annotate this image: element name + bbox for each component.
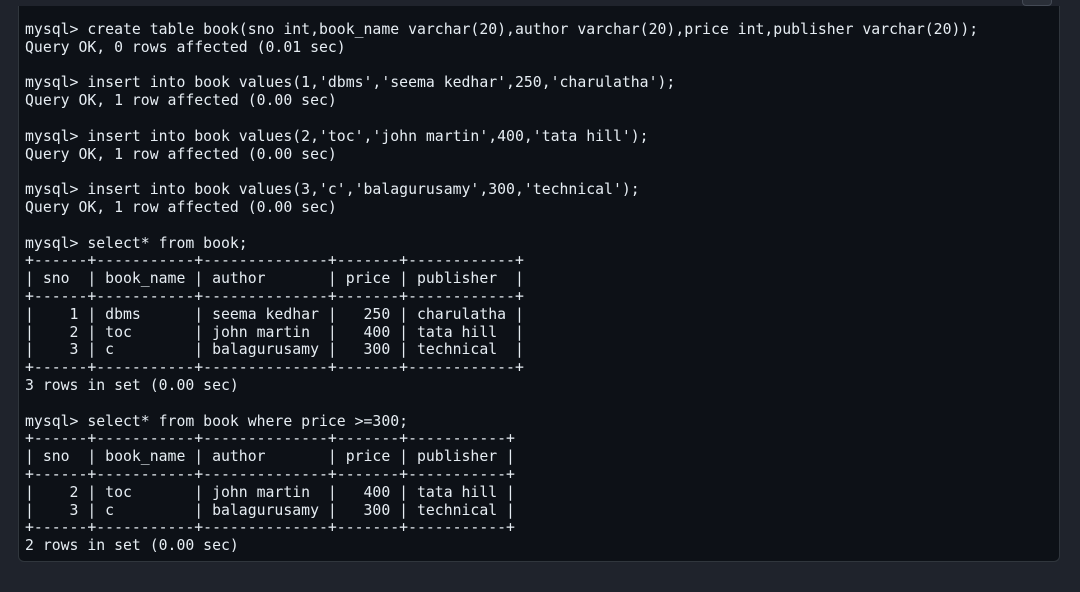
terminal-line-9 — [25, 163, 1059, 181]
terminal-line-24: +------+-----------+--------------+-----… — [25, 430, 515, 448]
terminal-line-6 — [25, 110, 1059, 128]
terminal-output: mysql> create table book(sno int,book_na… — [19, 6, 1059, 555]
terminal-line-11: Query OK, 1 row affected (0.00 sec) — [25, 198, 337, 216]
terminal-line-16: +------+-----------+--------------+-----… — [25, 287, 524, 305]
terminal-line-25: | sno | book_name | author | price | pub… — [25, 448, 515, 466]
terminal-line-10: mysql> insert into book values(3,'c','ba… — [25, 181, 640, 199]
terminal-line-27: | 2 | toc | john martin | 400 | tata hil… — [25, 483, 515, 501]
terminal-line-12 — [25, 217, 1059, 235]
terminal-line-2: Query OK, 0 rows affected (0.01 sec) — [25, 38, 346, 56]
terminal-line-3 — [25, 57, 1059, 75]
terminal-line-1: mysql> create table book(sno int,book_na… — [25, 21, 979, 38]
terminal-line-7: mysql> insert into book values(2,'toc','… — [25, 127, 649, 145]
terminal-line-21: 3 rows in set (0.00 sec) — [25, 376, 239, 394]
terminal-line-28: | 3 | c | balagurusamy | 300 | technical… — [25, 501, 515, 519]
terminal-line-18: | 2 | toc | john martin | 400 | tata hil… — [25, 323, 524, 341]
page: mysql> create table book(sno int,book_na… — [0, 0, 1080, 592]
terminal-line-13: mysql> select* from book; — [25, 234, 248, 252]
terminal-line-30: 2 rows in set (0.00 sec) — [25, 537, 239, 555]
terminal-line-29: +------+-----------+--------------+-----… — [25, 519, 515, 537]
terminal-line-8: Query OK, 1 row affected (0.00 sec) — [25, 145, 337, 163]
terminal-line-22 — [25, 395, 1059, 413]
terminal-line-23: mysql> select* from book where price >=3… — [25, 412, 409, 430]
terminal-line-19: | 3 | c | balagurusamy | 300 | technical… — [25, 341, 524, 359]
terminal-line-5: Query OK, 1 row affected (0.00 sec) — [25, 92, 337, 110]
terminal-line-14: +------+-----------+--------------+-----… — [25, 252, 524, 270]
terminal-line-17: | 1 | dbms | seema kedhar | 250 | charul… — [25, 305, 524, 323]
terminal-line-4: mysql> insert into book values(1,'dbms',… — [25, 74, 676, 92]
terminal-line-15: | sno | book_name | author | price | pub… — [25, 270, 524, 288]
terminal-line-20: +------+-----------+--------------+-----… — [25, 359, 524, 377]
terminal-output-panel[interactable]: mysql> create table book(sno int,book_na… — [18, 6, 1060, 562]
terminal-line-26: +------+-----------+--------------+-----… — [25, 465, 515, 483]
